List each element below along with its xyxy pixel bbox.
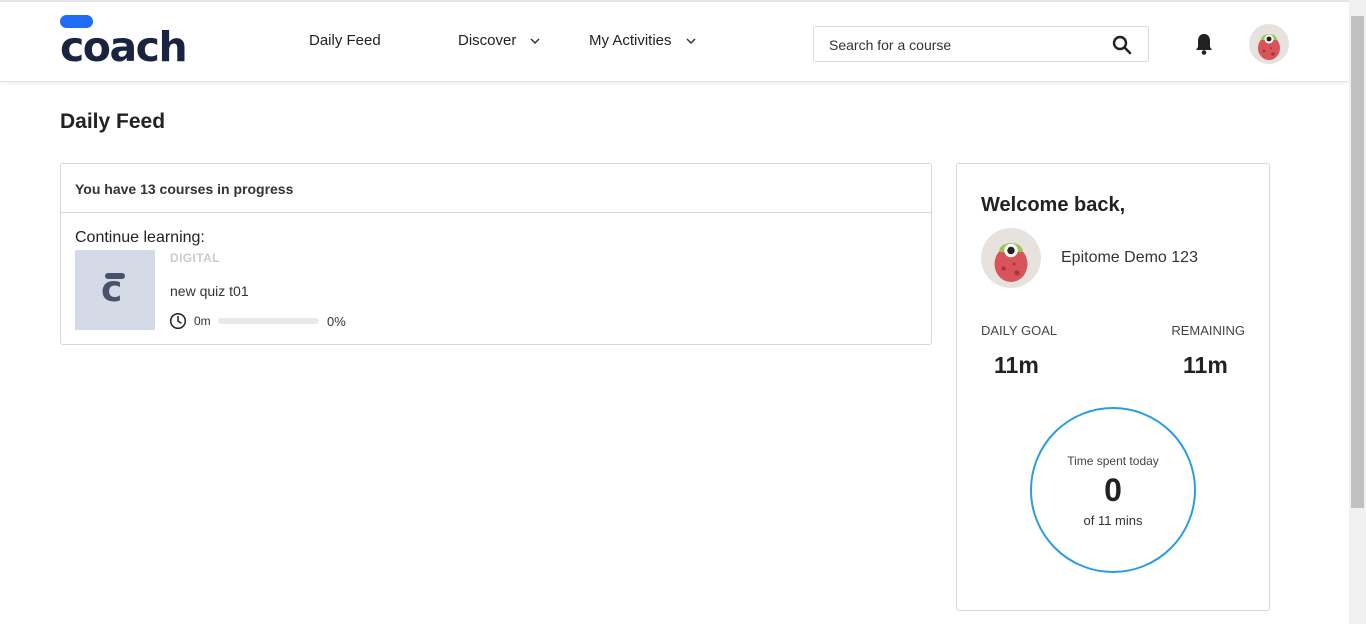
courses-in-progress-card: You have 13 courses in progress Continue… <box>60 163 932 345</box>
time-spent-value: 0 <box>1104 472 1122 508</box>
welcome-card: Welcome back, Epitome Demo 123 DAILY GOA… <box>956 163 1270 611</box>
daily-goal-value: 11m <box>994 352 1039 378</box>
time-spent-label: Time spent today <box>1067 454 1159 468</box>
course-progress-percent: 0% <box>327 314 346 329</box>
chevron-down-icon <box>685 37 696 44</box>
monster-avatar-icon <box>1258 34 1280 60</box>
bell-icon[interactable] <box>1193 32 1215 56</box>
profile-avatar <box>981 228 1041 288</box>
time-spent-goal: of 11 mins <box>1083 513 1143 528</box>
continue-learning-label: Continue learning: <box>75 229 205 246</box>
remaining-label: REMAINING <box>1171 323 1245 338</box>
nav-discover-label: Discover <box>458 32 517 49</box>
nav-discover[interactable]: Discover <box>458 32 540 49</box>
scrollbar-thumb[interactable] <box>1351 16 1364 508</box>
chevron-down-icon <box>530 37 540 44</box>
nav-daily-feed[interactable]: Daily Feed <box>309 32 381 49</box>
thumbnail-logo-letter: c <box>101 269 123 310</box>
user-avatar[interactable] <box>1249 24 1289 64</box>
remaining-value: 11m <box>1183 352 1228 378</box>
course-title[interactable]: new quiz t01 <box>170 283 249 299</box>
coach-logo[interactable]: coach <box>60 14 188 71</box>
course-search-box <box>813 26 1149 62</box>
logo-wordmark: coach <box>60 23 188 71</box>
top-navigation-bar: coach Daily Feed Discover My Activities <box>0 0 1349 82</box>
welcome-greeting: Welcome back, <box>981 194 1126 216</box>
course-thumbnail[interactable]: c <box>75 250 155 330</box>
course-time-spent: 0m <box>194 314 211 328</box>
course-progress-bar <box>218 318 319 324</box>
search-input[interactable] <box>829 35 1099 55</box>
daily-goal-label: DAILY GOAL <box>981 323 1058 338</box>
search-icon[interactable] <box>1112 35 1132 55</box>
courses-summary: You have 13 courses in progress <box>61 164 931 213</box>
page-title: Daily Feed <box>60 110 166 133</box>
clock-icon <box>169 312 187 330</box>
monster-avatar-icon <box>994 243 1028 282</box>
user-name: Epitome Demo 123 <box>1061 249 1198 266</box>
nav-daily-feed-label: Daily Feed <box>309 32 381 49</box>
page-scrollbar[interactable] <box>1349 0 1366 624</box>
time-spent-ring: Time spent today 0 of 11 mins <box>1030 407 1196 573</box>
nav-my-activities-label: My Activities <box>589 32 672 49</box>
course-category: DIGITAL <box>170 251 220 265</box>
nav-my-activities[interactable]: My Activities <box>589 32 696 49</box>
